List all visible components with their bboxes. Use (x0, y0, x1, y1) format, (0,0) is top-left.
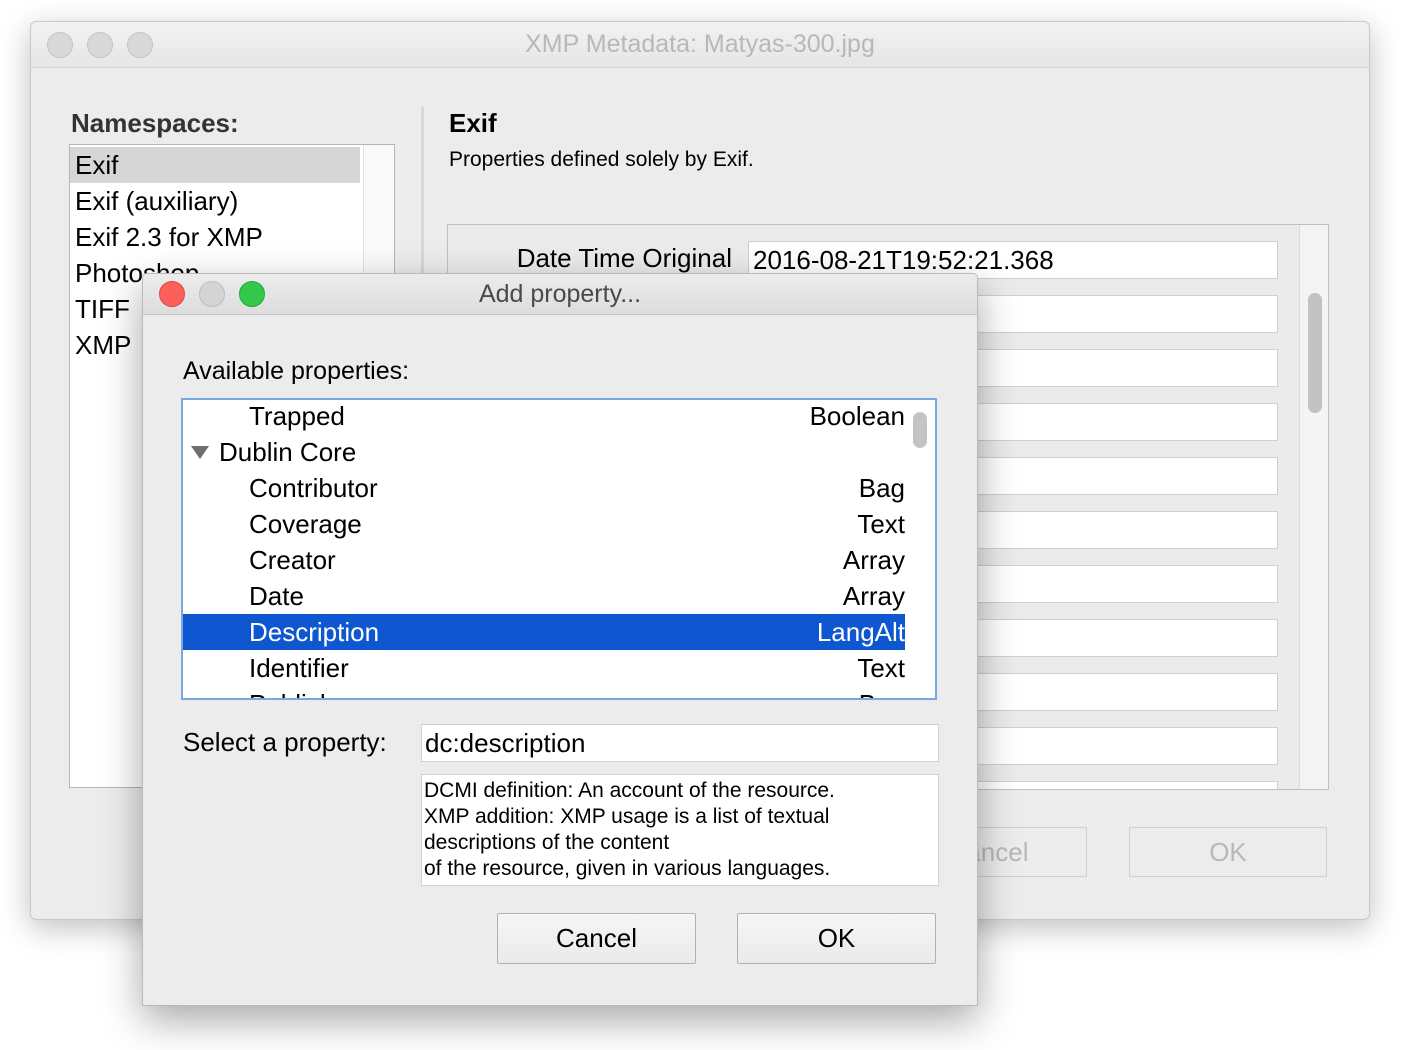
namespaces-label: Namespaces: (71, 108, 239, 138)
list-item-selected[interactable]: Description LangAlt (183, 614, 905, 650)
back-titlebar: XMP Metadata: Matyas-300.jpg (31, 22, 1369, 68)
list-item[interactable]: Coverage Text (183, 506, 905, 542)
property-type: Text (857, 509, 905, 539)
property-name: Identifier (249, 653, 349, 683)
description-line: descriptions of the content (424, 831, 670, 854)
group-name: Dublin Core (219, 437, 357, 467)
list-item[interactable]: Contributor Bag (183, 470, 905, 506)
available-properties-list[interactable]: Trapped Boolean Dublin Core Contributor … (181, 398, 937, 700)
property-name: Description (249, 617, 380, 647)
property-name: Date (249, 581, 304, 611)
scrollbar-thumb[interactable] (1308, 293, 1322, 413)
description-line: DCMI definition: An account of the resou… (424, 779, 835, 802)
property-label: Date Time Original (516, 243, 732, 273)
property-name: Contributor (249, 473, 378, 503)
ok-button[interactable]: OK (737, 913, 936, 964)
property-name: Publisher (249, 686, 357, 698)
property-type: Text (857, 653, 905, 683)
namespace-item-exif-aux[interactable]: Exif (auxiliary) (70, 183, 360, 219)
property-type: LangAlt (816, 617, 905, 647)
property-type: Array (842, 545, 905, 575)
property-type: Array (842, 581, 905, 611)
window-title: XMP Metadata: Matyas-300.jpg (525, 30, 875, 58)
group-row-dublin-core[interactable]: Dublin Core (183, 434, 905, 470)
select-property-label: Select a property: (183, 727, 387, 757)
namespace-item-exif[interactable]: Exif (70, 147, 360, 183)
scrollbar-thumb[interactable] (913, 412, 927, 448)
property-description: DCMI definition: An account of the resou… (421, 774, 939, 886)
list-item[interactable]: Identifier Text (183, 650, 905, 686)
available-properties-label: Available properties: (183, 357, 410, 385)
section-title: Exif (449, 108, 497, 138)
property-name: Coverage (249, 509, 362, 539)
property-name: Creator (249, 545, 336, 575)
property-name: Trapped (249, 401, 345, 431)
available-properties-scrollbar[interactable] (905, 400, 935, 698)
property-type: Bag (858, 473, 905, 503)
back-ok-button[interactable]: OK (1129, 827, 1327, 877)
dialog-titlebar: Add property... (143, 274, 977, 315)
list-item[interactable]: Date Array (183, 578, 905, 614)
dialog-title: Add property... (478, 280, 642, 308)
list-item[interactable]: Trapped Boolean (183, 400, 905, 434)
select-property-field[interactable]: dc:description (421, 724, 939, 762)
cancel-button[interactable]: Cancel (497, 913, 696, 964)
disclosure-triangle-icon[interactable] (191, 446, 209, 459)
list-item[interactable]: Publisher Bag (183, 686, 905, 698)
description-line: of the resource, given in various langua… (424, 857, 831, 880)
properties-scrollbar[interactable] (1299, 225, 1328, 789)
add-property-dialog: Add property... Available properties: Tr… (142, 273, 978, 1006)
section-description: Properties defined solely by Exif. (449, 148, 754, 171)
property-type: Boolean (809, 401, 905, 431)
description-line: XMP addition: XMP usage is a list of tex… (424, 805, 830, 828)
namespace-item-exif-23[interactable]: Exif 2.3 for XMP (70, 219, 360, 255)
property-type: Bag (859, 686, 905, 698)
list-item[interactable]: Creator Array (183, 542, 905, 578)
